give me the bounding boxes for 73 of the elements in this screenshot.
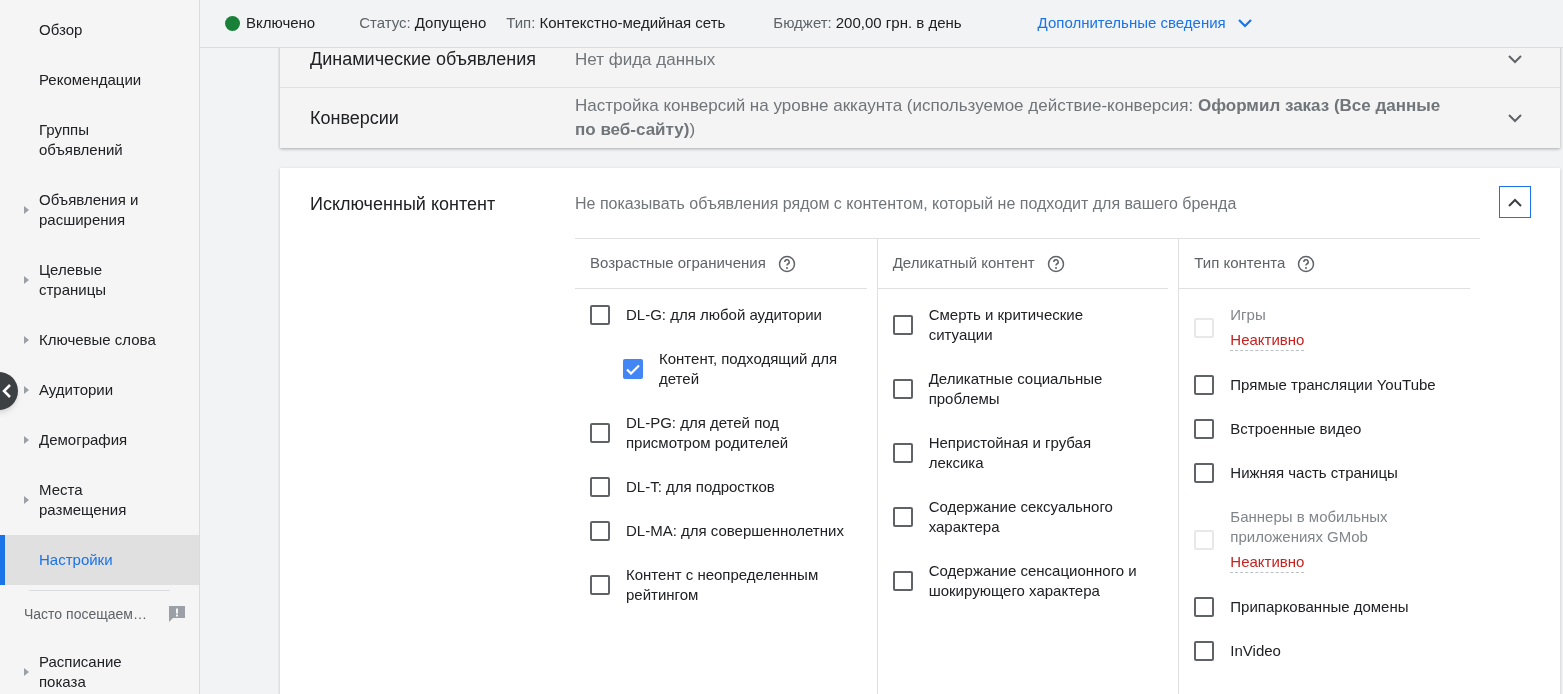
section-description: Не показывать объявления рядом с контентом, который не подходит для вашего бренда (575, 194, 1238, 214)
section-title: Исключенный контент (309, 193, 497, 216)
checkbox-label: Встроенные видео (1230, 419, 1362, 439)
checkbox-label: Припаркованные домены (1230, 597, 1409, 617)
sidebar-item[interactable]: Ключевые слова (39, 330, 164, 350)
checkbox[interactable] (892, 315, 913, 335)
checkbox[interactable] (623, 359, 643, 379)
help-icon[interactable] (1297, 254, 1316, 273)
checkbox-label: Баннеры в мобильных приложениях GMob (1230, 507, 1389, 547)
column-heading: Возрастные ограничения (590, 253, 766, 274)
checkbox-label: Содержание сенсационного и шокирующего характера (928, 561, 1138, 601)
checkbox[interactable] (590, 423, 610, 443)
checkbox-label: DL-T: для подростков (626, 477, 775, 497)
checkbox[interactable] (590, 305, 610, 325)
sidebar-item[interactable]: Места размещения (39, 480, 164, 520)
sidebar-item[interactable]: Объявления и расширения (39, 190, 164, 230)
section-title: Конверсии (309, 106, 400, 130)
sidebar-item[interactable]: Группы объявлений (39, 120, 164, 160)
checkbox-label: Содержание сексуального характера (928, 497, 1114, 537)
collapse-button[interactable] (1499, 186, 1531, 218)
checkbox-label: InVideo (1230, 641, 1281, 661)
checkbox-label: Смерть и критические ситуации (928, 305, 1085, 345)
checkbox-label: Контент, подходящий для детей (659, 349, 839, 389)
checkbox-label: Контент с неопределенным рейтингом (626, 565, 820, 605)
chevron-down-icon (1237, 19, 1252, 28)
column-heading: Тип контента (1194, 253, 1286, 274)
checkbox[interactable] (1194, 641, 1215, 661)
section-description: Настройка конверсий на уровне аккаунта (используемое действие-конверсия: Оформил заказ (Все данные по веб-сайту)) (575, 95, 1442, 141)
field-label: Тип: (506, 13, 536, 34)
field-label: Статус: (359, 13, 411, 34)
checkbox-label: Непристойная и грубая лексика (928, 433, 1093, 473)
section-title: Динамические объявления (309, 48, 538, 71)
checkbox[interactable] (1194, 597, 1215, 617)
chevron-down-icon (1508, 55, 1522, 64)
inactive-status: Неактивно (1230, 330, 1305, 351)
sidebar-item[interactable]: Целевые страницы (39, 260, 164, 300)
field-value: Контекстно-медийная сеть (539, 13, 726, 34)
checkbox[interactable] (1194, 375, 1215, 395)
field-label: Бюджет: (773, 13, 832, 34)
checkbox[interactable] (892, 443, 913, 463)
checkbox-label: Деликатные социальные проблемы (928, 369, 1104, 409)
help-icon[interactable] (1046, 254, 1065, 273)
checkbox-label: DL-PG: для детей под присмотром родителей (626, 413, 790, 453)
sidebar-item[interactable]: Обзор (39, 20, 164, 40)
checkbox-label: Игры (1230, 305, 1267, 325)
checkbox[interactable] (1194, 419, 1215, 439)
field-value: Допущено (414, 13, 487, 34)
checkbox[interactable] (1194, 463, 1215, 483)
checkbox-label: DL-MA: для совершеннолетних (626, 521, 844, 541)
checkbox[interactable] (590, 575, 610, 595)
sidebar-item[interactable]: Расписание показа (39, 652, 164, 692)
checkbox-label: DL-G: для любой аудитории (626, 305, 822, 325)
chevron-down-icon (1508, 113, 1522, 123)
sidebar-item[interactable]: Аудитории (39, 380, 164, 400)
chevron-left-icon (1, 384, 13, 398)
checkbox-label: Нижняя часть страницы (1230, 463, 1398, 483)
section-heading: Часто посещаем… (24, 604, 147, 624)
chevron-up-icon (1508, 197, 1522, 207)
status-text: Включено (246, 13, 316, 34)
sidebar-item[interactable]: Демография (39, 430, 164, 450)
checkbox[interactable] (892, 571, 913, 591)
sidebar-item[interactable]: Рекомендации (39, 70, 164, 90)
checkbox-label: Прямые трансляции YouTube (1230, 375, 1436, 395)
inactive-status: Неактивно (1230, 552, 1305, 573)
section-description: Нет фида данных (575, 48, 717, 71)
checkbox[interactable] (892, 379, 913, 399)
checkbox[interactable] (590, 521, 610, 541)
column-heading: Деликатный контент (892, 253, 1035, 274)
checkbox[interactable] (892, 507, 913, 527)
field-value: 200,00 грн. в день (835, 13, 962, 34)
checkbox[interactable] (590, 477, 610, 497)
help-icon[interactable] (777, 254, 796, 273)
details-link[interactable]: Дополнительные сведения (1037, 12, 1252, 35)
